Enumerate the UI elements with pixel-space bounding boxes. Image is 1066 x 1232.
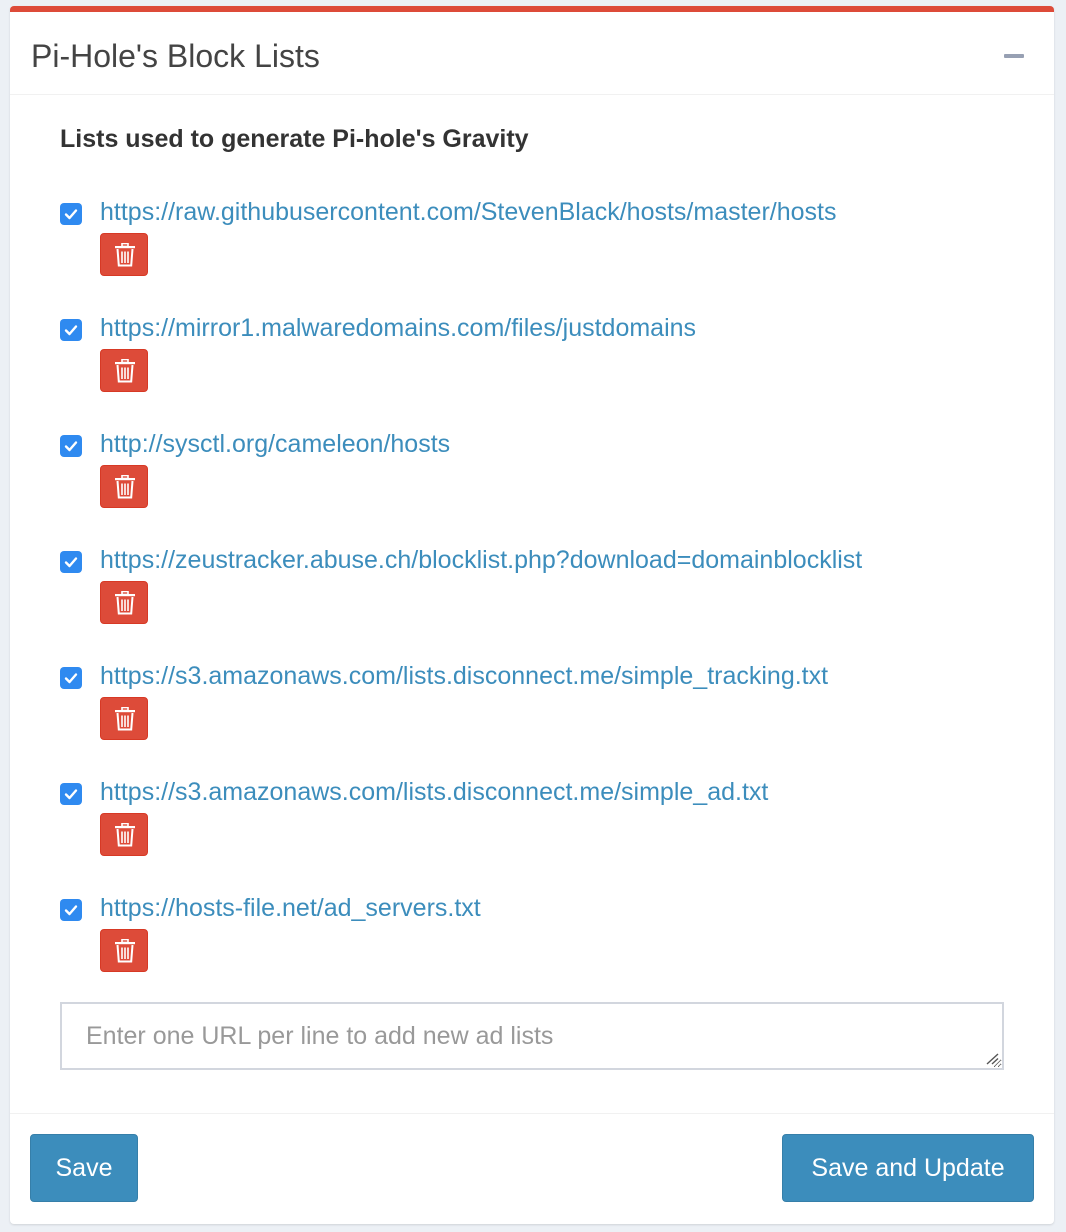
list-url-link[interactable]: https://mirror1.malwaredomains.com/files… [100,311,696,345]
save-and-update-button[interactable]: Save and Update [782,1134,1034,1202]
list-checkbox[interactable] [60,435,82,457]
panel-body: Lists used to generate Pi-hole's Gravity… [10,95,1054,1115]
section-heading: Lists used to generate Pi-hole's Gravity [60,125,529,153]
trash-icon [115,359,135,383]
new-lists-textarea[interactable] [60,1002,1004,1070]
trash-icon [115,939,135,963]
check-icon [64,441,78,452]
minus-icon [1004,54,1024,58]
delete-list-button[interactable] [100,581,148,624]
trash-icon [115,591,135,615]
list-item: https://s3.amazonaws.com/lists.disconnec… [60,775,1020,875]
list-checkbox[interactable] [60,203,82,225]
delete-list-button[interactable] [100,697,148,740]
list-url-link[interactable]: https://s3.amazonaws.com/lists.disconnec… [100,775,768,809]
list-item: http://sysctl.org/cameleon/hosts [60,427,1020,527]
check-icon [64,557,78,568]
list-item: https://mirror1.malwaredomains.com/files… [60,311,1020,411]
list-url-link[interactable]: https://zeustracker.abuse.ch/blocklist.p… [100,543,862,577]
list-item: https://s3.amazonaws.com/lists.disconnec… [60,659,1020,759]
delete-list-button[interactable] [100,813,148,856]
block-lists-panel: Pi-Hole's Block Lists Lists used to gene… [10,6,1054,1224]
list-url-link[interactable]: https://s3.amazonaws.com/lists.disconnec… [100,659,828,693]
trash-icon [115,243,135,267]
save-button[interactable]: Save [30,1134,138,1202]
trash-icon [115,475,135,499]
trash-icon [115,707,135,731]
collapse-button[interactable] [1004,50,1024,62]
list-item: https://hosts-file.net/ad_servers.txt [60,891,1020,991]
delete-list-button[interactable] [100,465,148,508]
list-url-link[interactable]: https://raw.githubusercontent.com/Steven… [100,195,836,229]
page-title: Pi-Hole's Block Lists [31,38,320,74]
check-icon [64,905,78,916]
list-checkbox[interactable] [60,899,82,921]
check-icon [64,209,78,220]
trash-icon [115,823,135,847]
list-item: https://zeustracker.abuse.ch/blocklist.p… [60,543,1020,643]
list-url-link[interactable]: http://sysctl.org/cameleon/hosts [100,427,450,461]
list-url-link[interactable]: https://hosts-file.net/ad_servers.txt [100,891,481,925]
list-checkbox[interactable] [60,319,82,341]
panel-header: Pi-Hole's Block Lists [10,12,1054,95]
delete-list-button[interactable] [100,929,148,972]
delete-list-button[interactable] [100,233,148,276]
check-icon [64,325,78,336]
list-checkbox[interactable] [60,783,82,805]
list-checkbox[interactable] [60,551,82,573]
check-icon [64,789,78,800]
list-checkbox[interactable] [60,667,82,689]
panel-footer: Save Save and Update [10,1113,1054,1224]
list-item: https://raw.githubusercontent.com/Steven… [60,195,1020,295]
check-icon [64,673,78,684]
delete-list-button[interactable] [100,349,148,392]
